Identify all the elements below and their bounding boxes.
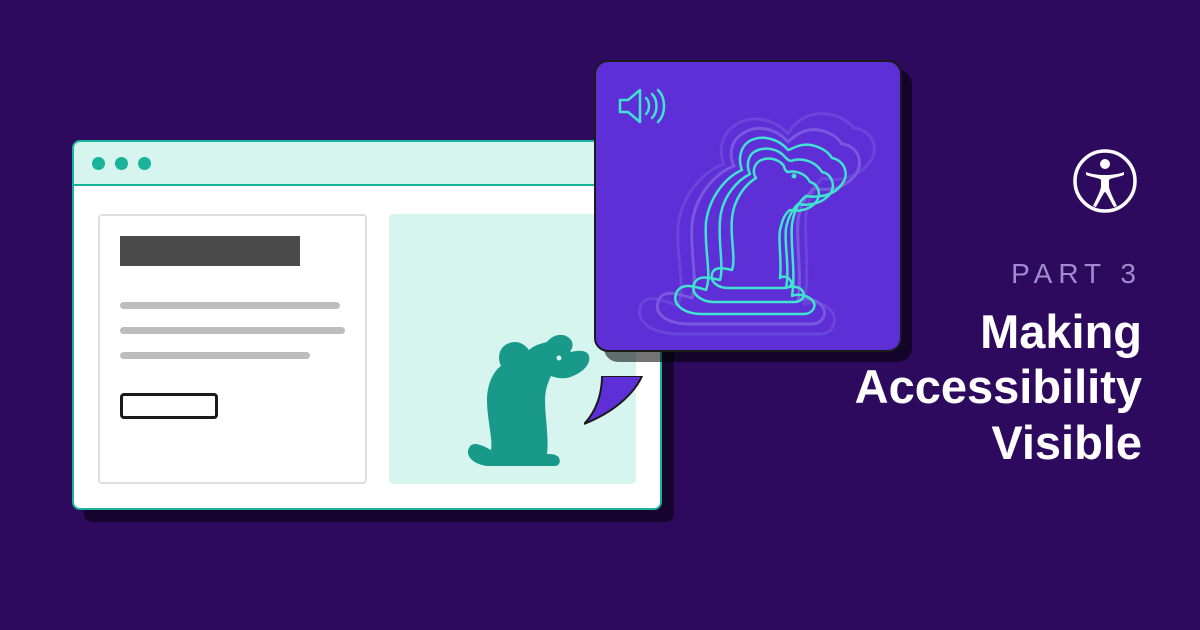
browser-body	[74, 186, 660, 508]
article-text-line	[120, 327, 345, 334]
dog-outline-waves-icon	[634, 110, 884, 340]
eyebrow-text: PART 3	[855, 258, 1142, 290]
headline-line: Accessibility	[855, 360, 1142, 413]
headline-line: Visible	[991, 416, 1142, 469]
article-text-line	[120, 352, 310, 359]
article-title-placeholder	[120, 236, 300, 266]
window-control-dot	[92, 157, 105, 170]
article-cta-placeholder	[120, 393, 218, 419]
window-control-dot	[115, 157, 128, 170]
browser-window-illustration	[72, 140, 662, 510]
article-text-line	[120, 302, 340, 309]
article-card	[98, 214, 367, 484]
window-control-dot	[138, 157, 151, 170]
headline-line: Making	[980, 305, 1142, 358]
headline: Making Accessibility Visible	[855, 304, 1142, 470]
accessibility-icon	[1072, 148, 1138, 219]
browser-titlebar	[74, 142, 660, 186]
title-block: PART 3 Making Accessibility Visible	[855, 258, 1142, 470]
dog-icon	[463, 320, 603, 470]
